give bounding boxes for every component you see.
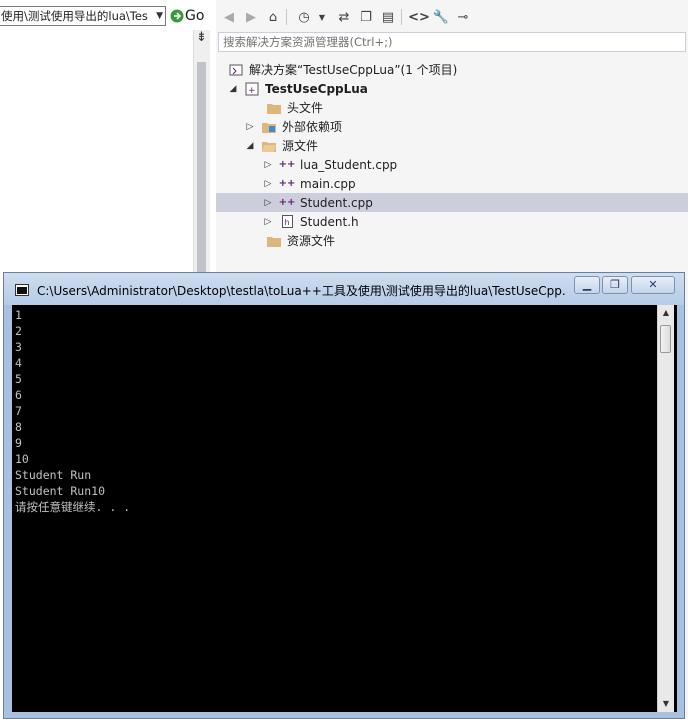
cpp-file-icon: ++ <box>278 159 296 170</box>
cpp-file-icon: ++ <box>278 178 296 189</box>
tree-item-label: 外部依赖项 <box>282 120 343 134</box>
console-titlebar[interactable]: C:\Users\Administrator\Desktop\testla\to… <box>4 273 684 305</box>
tree-item-project[interactable]: ◢ + TestUseCppLua <box>216 79 688 98</box>
tree-item-resource-files[interactable]: 资源文件 <box>216 231 688 250</box>
console-scroll-thumb[interactable] <box>660 325 671 353</box>
solution-search-input[interactable]: 搜索解决方案资源管理器(Ctrl+;) <box>218 32 686 52</box>
folder-icon <box>266 101 282 115</box>
minimize-button[interactable]: ▁ <box>574 276 600 294</box>
collapsed-triangle-icon[interactable]: ▷ <box>263 179 273 189</box>
chevron-down-icon[interactable]: ▼ <box>313 8 331 26</box>
console-title: C:\Users\Administrator\Desktop\testla\to… <box>37 284 567 298</box>
console-window[interactable]: C:\Users\Administrator\Desktop\testla\to… <box>3 272 685 719</box>
tree-item-external-dependencies[interactable]: ▷ 外部依赖项 <box>216 117 688 136</box>
tree-item-student-cpp[interactable]: ▷ ++ Student.cpp <box>216 193 688 212</box>
pending-changes-filter-icon[interactable]: ◷ <box>295 8 313 26</box>
svg-text:+: + <box>248 86 256 96</box>
cpp-project-icon: + <box>244 82 260 96</box>
tree-item-main-cpp[interactable]: ▷ ++ main.cpp <box>216 174 688 193</box>
tree-item-label: 头文件 <box>287 101 324 115</box>
tree-item-label: 源文件 <box>282 139 319 153</box>
pin-icon[interactable]: ⊸ <box>454 8 472 26</box>
toolbar-separator <box>286 9 287 25</box>
copy-icon[interactable]: ▤ <box>379 8 397 26</box>
go-arrow-icon <box>170 9 184 23</box>
tree-item-label: 资源文件 <box>287 234 336 248</box>
console-app-icon[interactable] <box>15 284 29 296</box>
maximize-button[interactable]: ❐ <box>602 276 628 294</box>
solution-icon <box>228 63 244 77</box>
tree-item-solution[interactable]: 解决方案“TestUseCppLua”(1 个项目) <box>216 60 688 79</box>
scroll-up-icon[interactable]: ▲ <box>658 305 674 321</box>
collapsed-triangle-icon[interactable]: ▷ <box>263 160 273 170</box>
solution-explorer-toolbar: ◀ ▶ ⌂ ◷ ▼ ⇄ ❐ ▤ <> 🔧 ⊸ <box>216 5 688 29</box>
restore-icon: ❐ <box>610 278 620 291</box>
view-code-icon[interactable]: <> <box>408 8 430 26</box>
expand-triangle-icon[interactable]: ◢ <box>245 141 255 151</box>
tree-item-label: TestUseCppLua <box>265 81 368 96</box>
minimize-icon: ▁ <box>582 278 592 291</box>
cpp-file-icon: ++ <box>278 197 296 208</box>
wrench-icon[interactable]: 🔧 <box>432 8 450 26</box>
chevron-down-icon[interactable]: ▼ <box>156 7 163 25</box>
toolbar-separator <box>401 9 402 25</box>
split-window-icon[interactable]: ⇟ <box>194 30 209 46</box>
external-dependencies-icon <box>261 120 277 134</box>
go-label: Go <box>185 8 205 24</box>
console-output: 1 2 3 4 5 6 7 8 9 10 Student Run Student… <box>15 308 131 514</box>
editor-scroll-thumb[interactable] <box>197 62 206 274</box>
open-folder-icon <box>261 139 277 153</box>
expand-triangle-icon[interactable]: ◢ <box>228 84 238 94</box>
tree-item-source-files[interactable]: ◢ 源文件 <box>216 136 688 155</box>
tree-item-label: Student.cpp <box>300 195 373 210</box>
collapsed-triangle-icon[interactable]: ▷ <box>263 217 273 227</box>
back-icon[interactable]: ◀ <box>220 8 238 26</box>
tree-item-label: lua_Student.cpp <box>300 157 398 172</box>
tree-item-label: 解决方案“TestUseCppLua”(1 个项目) <box>249 63 458 77</box>
tree-item-student-h[interactable]: ▷ h Student.h <box>216 212 688 231</box>
collapsed-triangle-icon[interactable]: ▷ <box>245 122 255 132</box>
close-icon: ✕ <box>648 278 658 291</box>
navigation-path: 使用\测试使用导出的lua\Tes <box>1 9 148 23</box>
console-scrollbar[interactable]: ▲ ▼ <box>657 305 674 712</box>
folder-icon <box>266 234 282 248</box>
collapse-all-icon[interactable]: ❐ <box>357 8 375 26</box>
console-output-area[interactable]: 1 2 3 4 5 6 7 8 9 10 Student Run Student… <box>12 305 677 712</box>
collapsed-triangle-icon[interactable]: ▷ <box>263 198 273 208</box>
navigation-combo[interactable]: 使用\测试使用导出的lua\Tes ▼ <box>0 6 166 26</box>
tree-item-label: main.cpp <box>300 176 356 191</box>
home-icon[interactable]: ⌂ <box>264 8 282 26</box>
forward-icon[interactable]: ▶ <box>242 8 260 26</box>
svg-text:h: h <box>284 218 289 227</box>
sync-icon[interactable]: ⇄ <box>335 8 353 26</box>
tree-item-label: Student.h <box>300 214 359 229</box>
scroll-down-icon[interactable]: ▼ <box>658 696 674 712</box>
tree-item-header-files[interactable]: 头文件 <box>216 98 688 117</box>
close-button[interactable]: ✕ <box>631 276 675 294</box>
tree-item-lua-student-cpp[interactable]: ▷ ++ lua_Student.cpp <box>216 155 688 174</box>
go-button[interactable]: Go <box>170 5 210 27</box>
header-file-icon: h <box>279 215 295 229</box>
